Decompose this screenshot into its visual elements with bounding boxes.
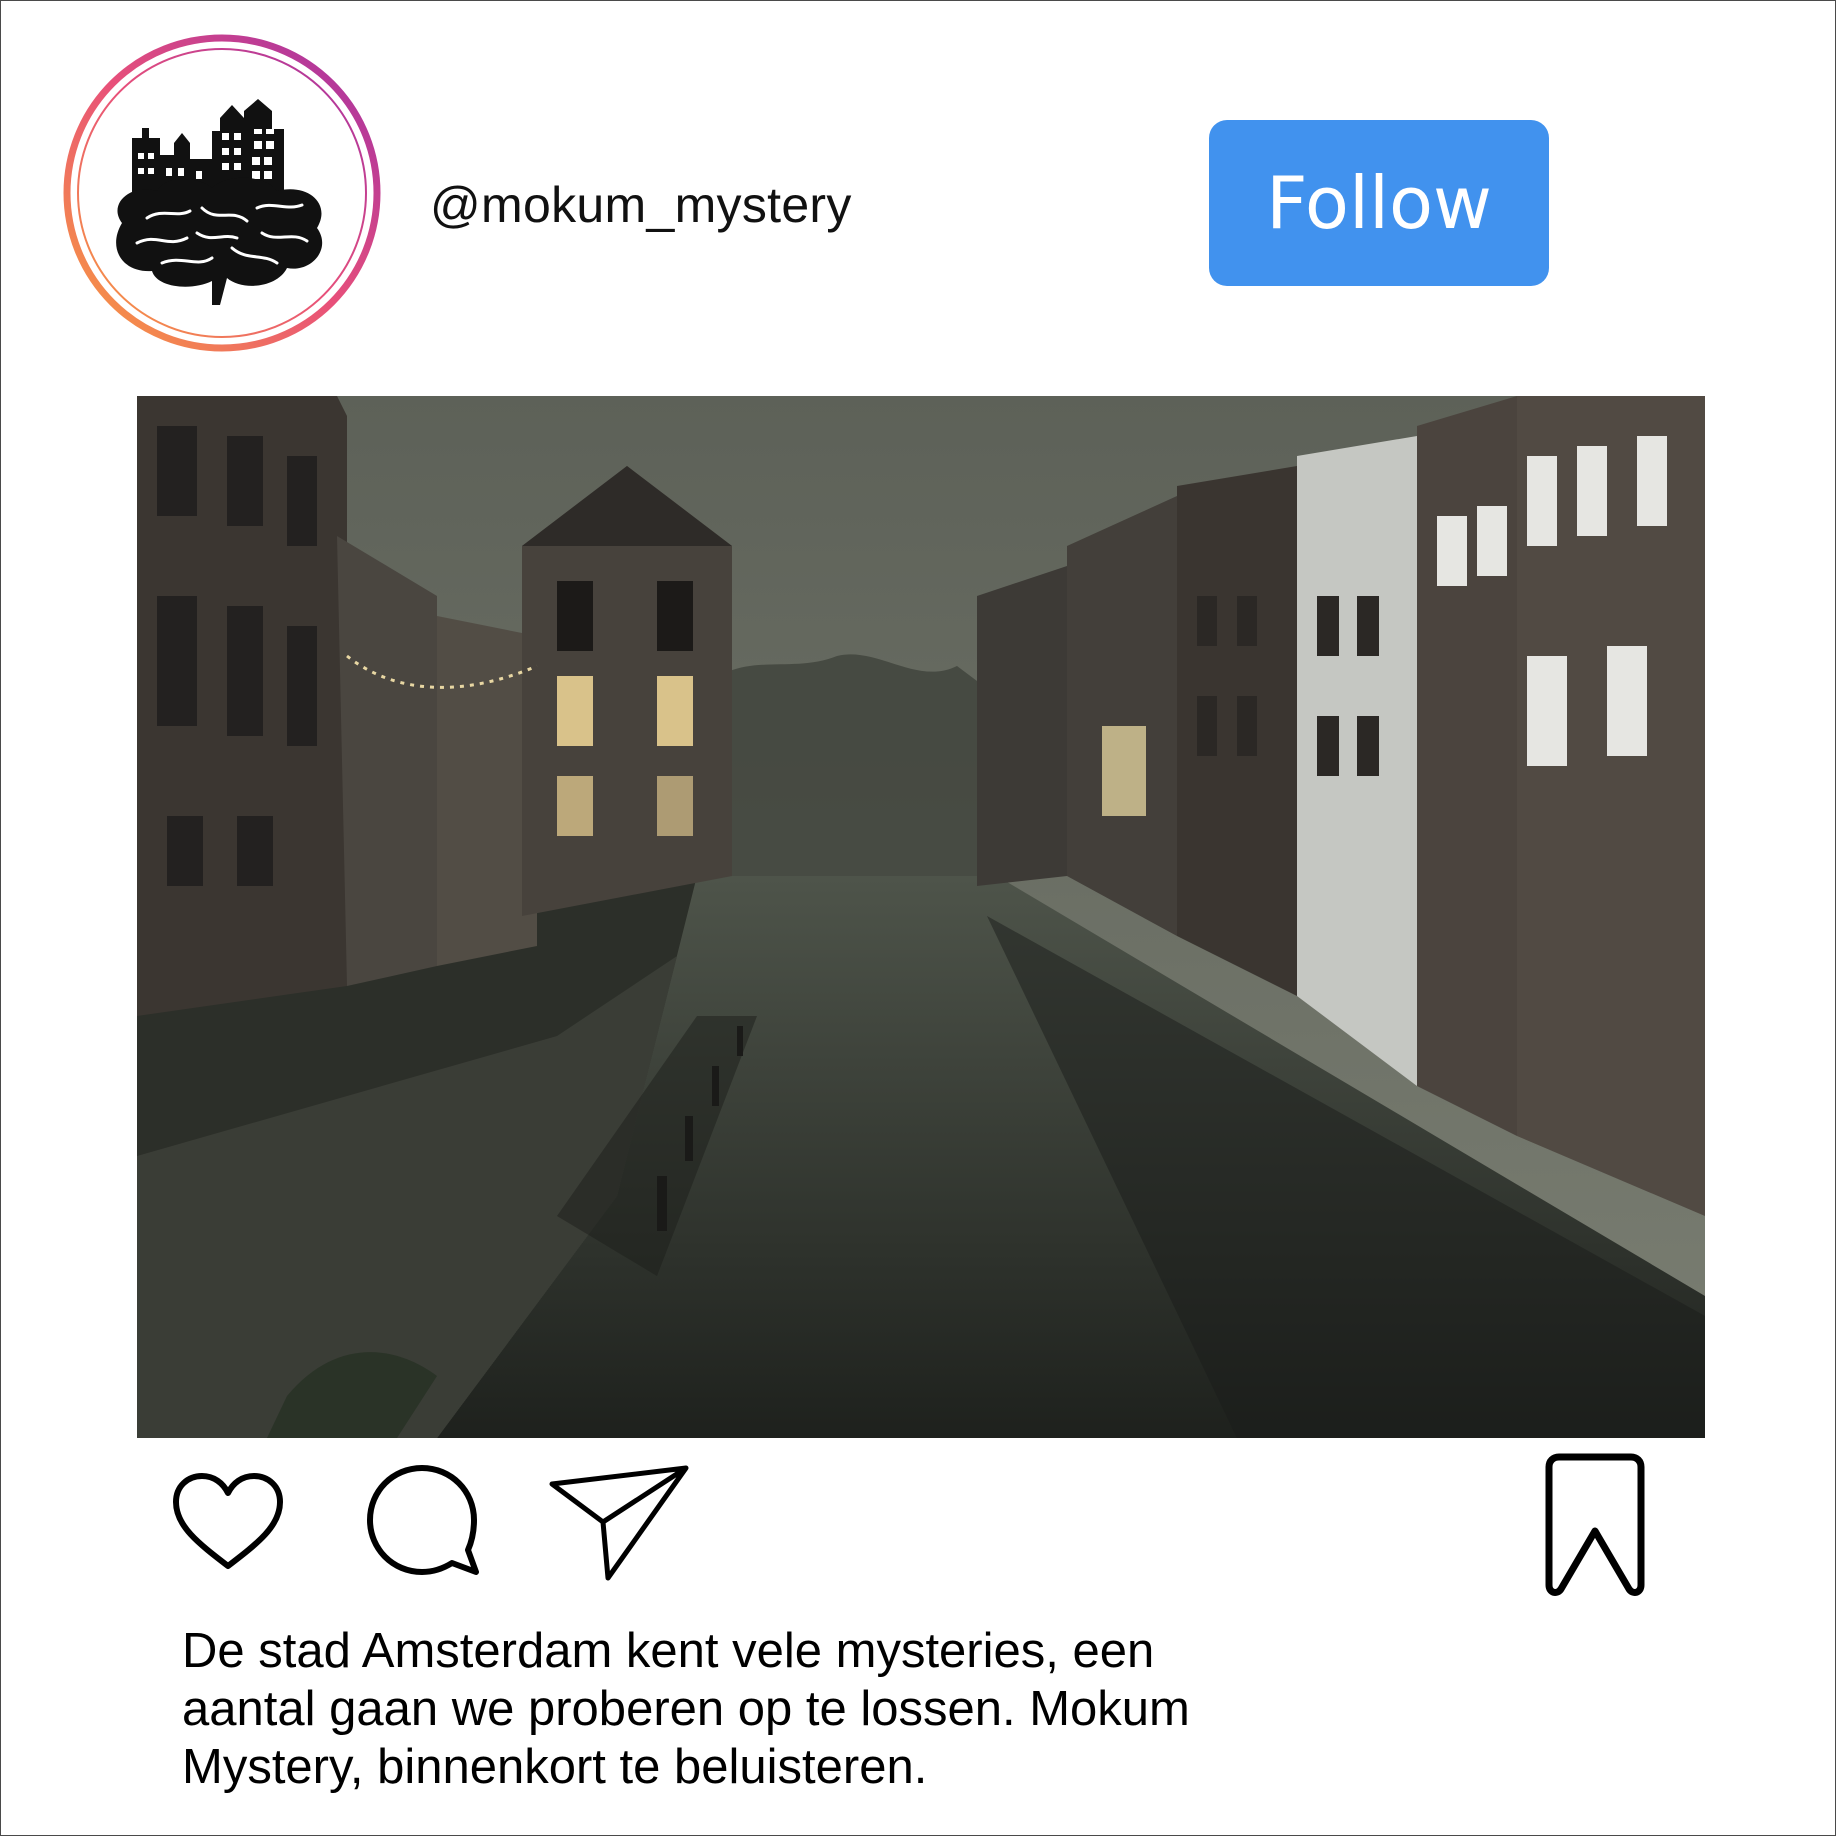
post-caption: De stad Amsterdam kent vele mysteries, e… <box>182 1624 1190 1794</box>
comment-bubble-icon <box>367 1465 479 1575</box>
heart-icon <box>173 1473 283 1569</box>
like-button[interactable] <box>168 1468 288 1578</box>
save-button[interactable] <box>1535 1453 1655 1598</box>
comment-button[interactable] <box>362 1460 482 1580</box>
paper-plane-icon <box>549 1465 689 1581</box>
post-image[interactable] <box>137 396 1705 1438</box>
follow-button[interactable]: Follow <box>1209 120 1549 286</box>
avatar[interactable] <box>62 33 382 353</box>
bookmark-icon <box>1545 1453 1645 1596</box>
share-button[interactable] <box>548 1462 690 1584</box>
username[interactable]: @mokum_mystery <box>430 176 852 234</box>
amsterdam-brain-logo-icon <box>63 34 381 352</box>
